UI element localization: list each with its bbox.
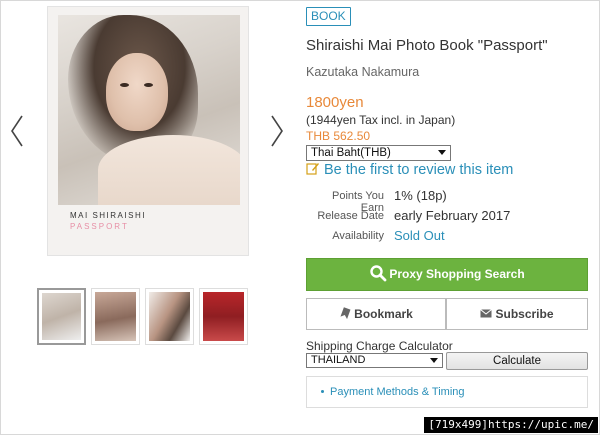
price-thb: THB 562.50 [306,129,371,143]
thumbnail-2[interactable] [91,288,140,345]
product-author[interactable]: Kazutaka Nakamura [306,65,419,79]
shipping-calculator-label: Shipping Charge Calculator [306,339,453,353]
release-date-label: Release Date [317,210,384,222]
subscribe-label: Subscribe [495,307,554,321]
chevron-down-icon [438,150,446,155]
payment-methods-link[interactable]: Payment Methods & Timing [321,386,465,398]
availability-label: Availability [332,230,384,242]
watermark: [719x499]https://upic.me/ [424,417,598,433]
chevron-right-icon [271,115,283,147]
bullet-icon [321,390,324,393]
pencil-icon [306,163,319,175]
chevron-down-icon [430,358,438,363]
chevron-left-icon [11,115,23,147]
country-select[interactable]: THAILAND [306,353,443,368]
thumbnail-3[interactable] [145,288,194,345]
bookmark-button[interactable]: Bookmark [306,298,446,330]
product-title: Shiraishi Mai Photo Book "Passport" [306,37,548,54]
payment-methods-label: Payment Methods & Timing [330,386,465,398]
subscribe-button[interactable]: Subscribe [446,298,588,330]
payment-info-box: Payment Methods & Timing [306,376,588,408]
category-badge[interactable]: BOOK [306,7,351,26]
price-yen: 1800yen [306,94,364,111]
price-tax-incl: (1944yen Tax incl. in Japan) [306,113,456,127]
proxy-shopping-search-button[interactable]: Proxy Shopping Search [306,258,588,291]
availability-value: Sold Out [394,228,445,243]
review-link-label: Be the first to review this item [324,162,514,178]
proxy-shopping-search-label: Proxy Shopping Search [389,267,525,281]
gallery-prev-button[interactable] [8,113,26,149]
thumbnail-strip [37,288,249,345]
envelope-icon [480,309,493,318]
cover-photo [58,15,240,205]
country-selected-value: THAILAND [311,354,366,366]
points-value: 1% (18p) [394,188,447,203]
review-link[interactable]: Be the first to review this item [306,161,513,178]
currency-selected-value: Thai Baht(THB) [311,147,391,159]
thumbnail-4[interactable] [199,288,248,345]
release-date-value: early February 2017 [394,208,511,223]
thumbnail-1[interactable] [37,288,86,345]
search-icon [370,265,387,282]
calculate-button[interactable]: Calculate [446,352,588,370]
gallery-next-button[interactable] [268,113,286,149]
product-main-image[interactable]: MAI SHIRAISHI PASSPORT [47,6,249,256]
bookmark-label: Bookmark [354,307,413,321]
cover-title: MAI SHIRAISHI [70,211,146,220]
cover-subtitle: PASSPORT [70,222,129,231]
currency-select[interactable]: Thai Baht(THB) [306,145,451,161]
bookmark-icon [340,307,351,320]
